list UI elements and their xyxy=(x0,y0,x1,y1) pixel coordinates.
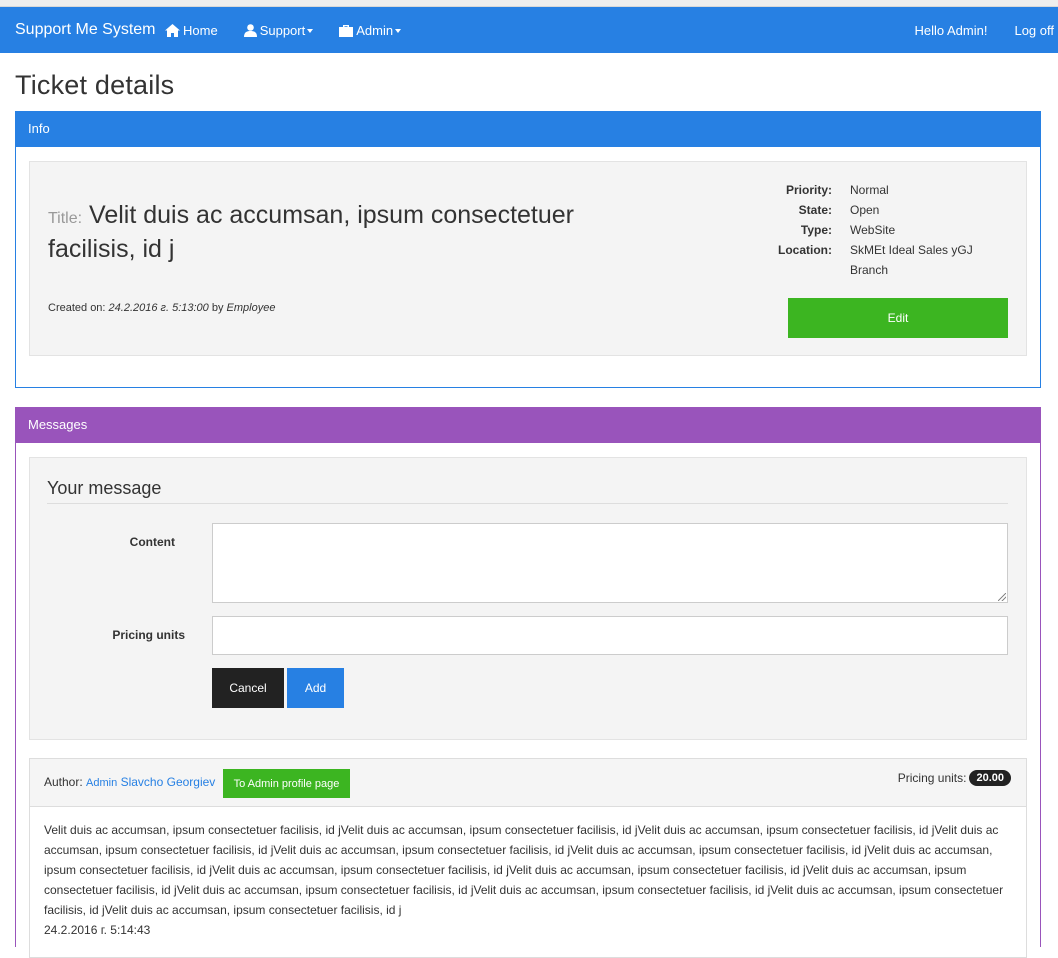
content-label: Content xyxy=(129,535,175,549)
prop-location: Location: SkMEt Ideal Sales yGJ Branch xyxy=(750,240,1010,280)
resize-handle-icon[interactable] xyxy=(998,593,1006,601)
chevron-down-icon xyxy=(395,29,402,33)
ticket-summary: Title: Velit duis ac accumsan, ipsum con… xyxy=(29,161,1027,356)
prop-key: Type: xyxy=(800,223,832,237)
prop-value: Open xyxy=(850,203,880,217)
created-by: Employee xyxy=(226,302,276,314)
prop-value: WebSite xyxy=(850,223,896,237)
profile-page-button[interactable]: To Admin profile page xyxy=(223,769,350,798)
message-body: Velit duis ac accumsan, ipsum consectetu… xyxy=(30,807,1026,953)
nav-home-label: Home xyxy=(183,22,218,38)
briefcase-icon xyxy=(339,24,354,37)
chevron-down-icon xyxy=(307,29,314,33)
prop-priority: Priority: Normal xyxy=(750,180,1010,200)
pricing-units-input[interactable] xyxy=(212,616,1008,655)
greeting-link[interactable]: Hello Admin! xyxy=(914,23,987,38)
by-label: by xyxy=(211,302,224,314)
created-label: Created on: xyxy=(48,302,106,314)
pricing-units-badge: 20.00 xyxy=(969,770,1011,786)
ticket-title-text: Velit duis ac accumsan, ipsum consectetu… xyxy=(48,201,574,263)
logoff-link[interactable]: Log off xyxy=(1014,23,1054,38)
prop-value: Normal xyxy=(850,183,889,197)
prop-value: SkMEt Ideal Sales yGJ Branch xyxy=(850,243,973,277)
form-legend: Your message xyxy=(47,478,1008,504)
prop-key: State: xyxy=(798,203,832,217)
ticket-title: Title: Velit duis ac accumsan, ipsum con… xyxy=(48,200,648,264)
nav-support-dropdown[interactable]: Support xyxy=(243,22,314,38)
browser-top-strip xyxy=(0,0,1058,7)
edit-button[interactable]: Edit xyxy=(788,298,1008,338)
prop-state: State: Open xyxy=(750,200,1010,220)
add-button[interactable]: Add xyxy=(287,668,344,708)
home-icon xyxy=(165,23,180,37)
title-prefix: Title: xyxy=(48,210,83,227)
info-panel: Info Title: Velit duis ac accumsan, ipsu… xyxy=(15,111,1041,388)
message-card: Author: Admin Slavcho Georgiev To Admin … xyxy=(29,758,1027,958)
ticket-properties: Priority: Normal State: Open Type: WebSi… xyxy=(750,180,1010,280)
prop-key: Location: xyxy=(778,243,832,257)
nav-support-label: Support xyxy=(259,22,306,38)
user-icon xyxy=(243,23,257,37)
nav-right: Hello Admin! Log off xyxy=(887,7,1054,53)
top-navbar: Support Me System Home Support Admin Hel… xyxy=(0,7,1058,53)
message-pricing: Pricing units: 20.00 xyxy=(898,770,1011,786)
created-date: 24.2.2016 г. 5:13:00 xyxy=(108,302,209,314)
nav-admin-label: Admin xyxy=(356,22,394,38)
prop-type: Type: WebSite xyxy=(750,220,1010,240)
pricing-units-label: Pricing units: xyxy=(897,771,967,785)
message-form: Your message Content Pricing units Cance… xyxy=(29,457,1027,740)
message-date: 24.2.2016 г. 5:14:43 xyxy=(44,923,151,937)
message-content: Velit duis ac accumsan, ipsum consectetu… xyxy=(44,823,1004,917)
messages-panel-heading: Messages xyxy=(15,407,1041,443)
message-author: Author: Admin Slavcho Georgiev xyxy=(44,775,215,789)
info-panel-heading: Info xyxy=(15,111,1041,147)
brand-link[interactable]: Support Me System xyxy=(0,21,165,39)
messages-panel: Messages Your message Content Pricing un… xyxy=(15,407,1041,958)
nav-home[interactable]: Home xyxy=(165,23,218,38)
author-label: Author: xyxy=(44,775,83,789)
prop-key: Priority: xyxy=(785,183,832,197)
created-info: Created on: 24.2.2016 г. 5:13:00 by Empl… xyxy=(48,302,275,314)
cancel-button[interactable]: Cancel xyxy=(212,668,284,708)
nav-admin-dropdown[interactable]: Admin xyxy=(339,22,402,38)
message-header: Author: Admin Slavcho Georgiev To Admin … xyxy=(30,759,1026,807)
pricing-label: Pricing units xyxy=(112,628,185,642)
author-name[interactable]: Slavcho Georgiev xyxy=(121,775,216,789)
page-title: Ticket details xyxy=(15,70,175,100)
author-role[interactable]: Admin xyxy=(86,777,117,789)
content-textarea[interactable] xyxy=(212,523,1008,603)
